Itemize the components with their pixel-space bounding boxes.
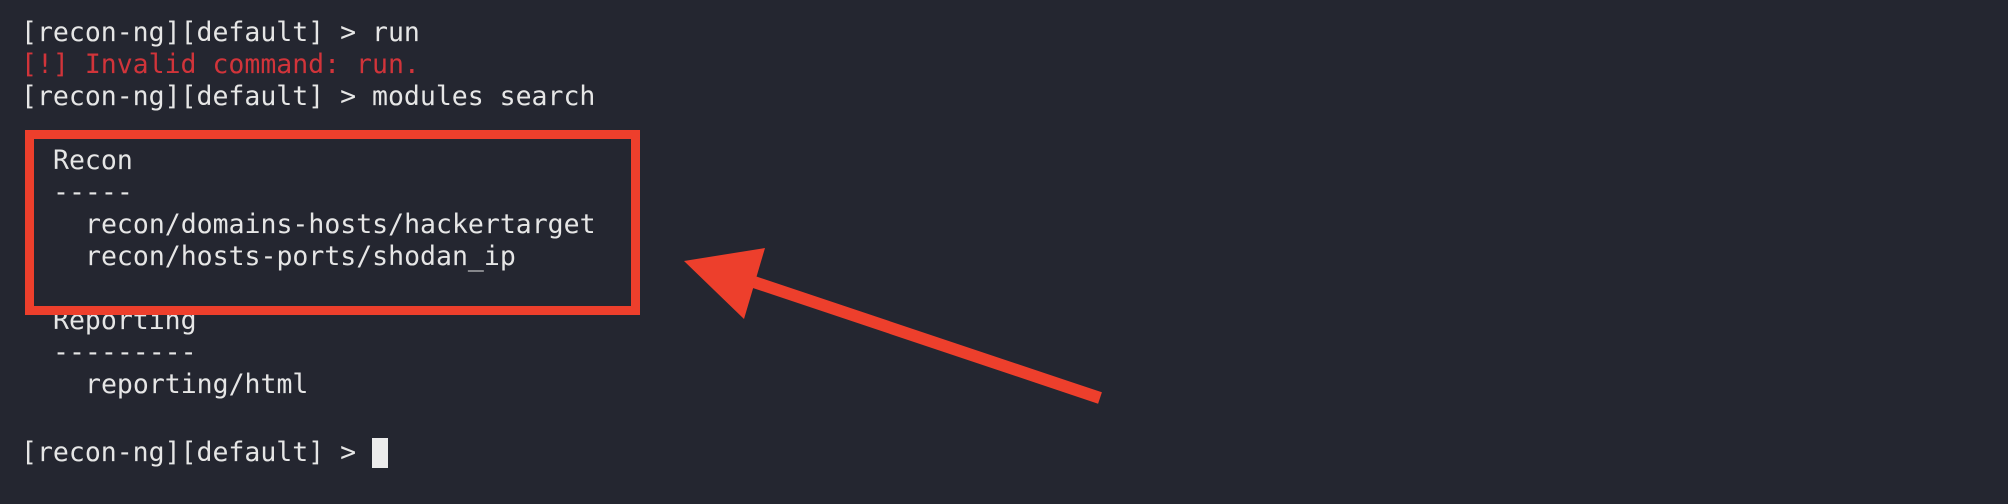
terminal-cursor — [372, 438, 388, 468]
terminal-current-prompt[interactable]: [recon-ng][default] > — [21, 437, 372, 469]
recon-highlight-box — [25, 130, 640, 315]
terminal-line-error: [!] Invalid command: run. — [21, 49, 420, 80]
module-item: reporting/html — [85, 369, 309, 400]
section-underline-reporting: --------- — [53, 337, 197, 368]
terminal-line-modules-search-command: [recon-ng][default] > modules search — [21, 81, 596, 112]
terminal-line-run-command: [recon-ng][default] > run — [21, 17, 420, 48]
